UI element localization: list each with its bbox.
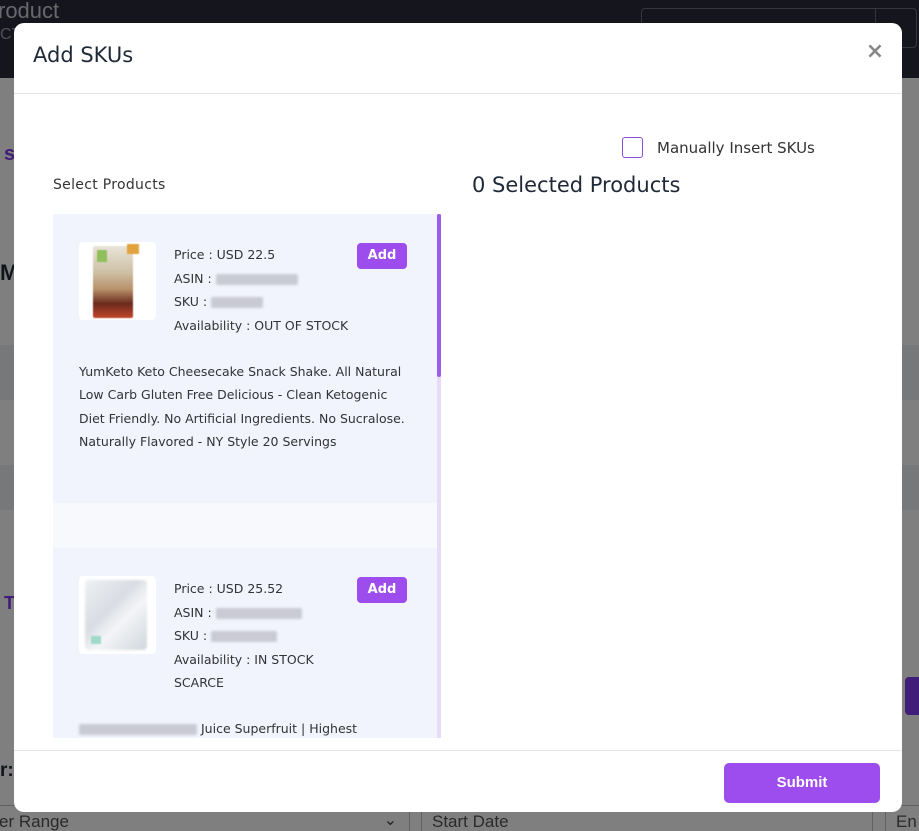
modal-footer: Submit [14,750,902,812]
add-skus-modal: Add SKUs × Manually Insert SKUs Select P… [14,23,902,812]
product-description: Juice Superfruit | Highest [79,717,414,738]
product-availability: Availability : OUT OF STOCK [174,317,349,333]
product-availability: Availability : IN STOCK [174,651,314,667]
redacted-sku [211,297,264,308]
product-sku: SKU : [174,290,348,314]
redacted-sku [211,631,278,642]
product-card: Price : USD 22.5 ASIN : SKU : Availabili… [53,214,437,503]
product-image [79,576,156,654]
add-product-button[interactable]: Add [357,577,407,603]
submit-button[interactable]: Submit [724,763,880,803]
manual-insert-checkbox[interactable] [622,137,643,158]
redacted-brand [79,724,197,735]
product-asin: ASIN : [174,267,348,291]
add-product-button[interactable]: Add [357,243,407,269]
product-price: Price : USD 25.52 [174,581,284,596]
redacted-asin [215,607,302,619]
selected-products-count: 0 Selected Products [472,173,681,197]
product-image [79,242,156,320]
product-details: Price : USD 22.5 ASIN : SKU : Availabili… [174,243,348,337]
manual-insert-toggle[interactable]: Manually Insert SKUs [622,137,815,158]
product-price: Price : USD 22.5 [174,247,276,262]
product-asin: ASIN : [174,601,314,625]
modal-header: Add SKUs × [14,23,902,94]
card-spacer [53,503,437,548]
product-description: YumKeto Keto Cheesecake Snack Shake. All… [79,364,405,449]
select-products-label: Select Products [53,177,166,193]
redacted-asin [215,273,298,285]
manual-insert-label[interactable]: Manually Insert SKUs [657,139,815,157]
product-list[interactable]: Price : USD 22.5 ASIN : SKU : Availabili… [53,214,442,738]
close-icon[interactable]: × [864,41,886,63]
product-sku: SKU : [174,624,314,648]
product-card: Price : USD 25.52 ASIN : SKU : Availabil… [53,548,437,738]
product-list-scrollbar-thumb[interactable] [437,214,441,377]
product-details: Price : USD 25.52 ASIN : SKU : Availabil… [174,577,314,695]
product-availability-continued: SCARCE [174,675,224,690]
modal-title: Add SKUs [33,43,134,67]
